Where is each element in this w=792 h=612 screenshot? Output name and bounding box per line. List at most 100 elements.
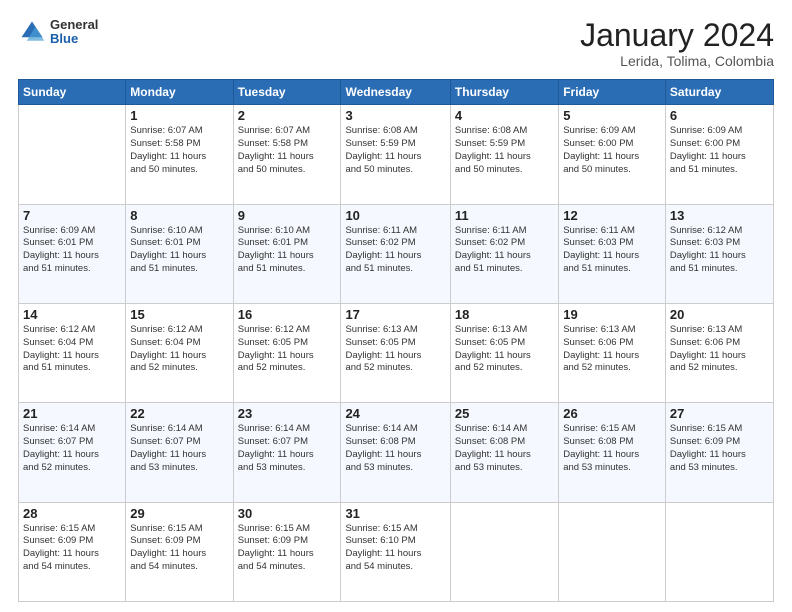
calendar-cell: 18Sunrise: 6:13 AM Sunset: 6:05 PM Dayli…: [450, 303, 558, 402]
day-info: Sunrise: 6:12 AM Sunset: 6:04 PM Dayligh…: [130, 324, 228, 375]
calendar-cell: 26 Sunrise: 6:15 AM Sunset: 6:08 PM Dayli…: [559, 403, 666, 502]
calendar-cell: 28 Sunrise: 6:15 AM Sunset: 6:09 PM Dayli…: [19, 502, 126, 601]
day-info: Sunrise: 6:15 AM Sunset: 6:09 PM Dayligh…: [670, 423, 769, 474]
day-number: 13: [670, 208, 769, 223]
subtitle: Lerida, Tolima, Colombia: [580, 53, 774, 69]
logo-text: General Blue: [50, 18, 98, 47]
day-info: Sunrise: 6:15 AM Sunset: 6:10 PM Dayligh…: [345, 523, 445, 574]
day-number: 9: [238, 208, 337, 223]
day-number: 6: [670, 108, 769, 123]
day-info: Sunrise: 6:09 AM Sunset: 6:00 PM Dayligh…: [563, 125, 661, 176]
calendar-week-4: 21Sunrise: 6:14 AM Sunset: 6:07 PM Dayli…: [19, 403, 774, 502]
calendar-cell: 15 Sunrise: 6:12 AM Sunset: 6:04 PM Dayli…: [126, 303, 233, 402]
day-info: Sunrise: 6:11 AM Sunset: 6:03 PM Dayligh…: [563, 225, 661, 276]
day-info: Sunrise: 6:13 AM Sunset: 6:05 PM Dayligh…: [455, 324, 554, 375]
calendar-cell: 5 Sunrise: 6:09 AM Sunset: 6:00 PM Daylig…: [559, 105, 666, 204]
day-number: 14: [23, 307, 121, 322]
day-info: Sunrise: 6:15 AM Sunset: 6:09 PM Dayligh…: [23, 523, 121, 574]
logo-general: General: [50, 18, 98, 32]
calendar-cell: 29 Sunrise: 6:15 AM Sunset: 6:09 PM Dayli…: [126, 502, 233, 601]
page: General Blue January 2024 Lerida, Tolima…: [0, 0, 792, 612]
calendar-week-3: 14 Sunrise: 6:12 AM Sunset: 6:04 PM Dayli…: [19, 303, 774, 402]
day-number: 22: [130, 406, 228, 421]
calendar-cell: 11 Sunrise: 6:11 AM Sunset: 6:02 PM Dayli…: [450, 204, 558, 303]
calendar-cell: 21Sunrise: 6:14 AM Sunset: 6:07 PM Dayli…: [19, 403, 126, 502]
calendar-cell: 8 Sunrise: 6:10 AM Sunset: 6:01 PM Daylig…: [126, 204, 233, 303]
calendar-cell: 13 Sunrise: 6:12 AM Sunset: 6:03 PM Dayli…: [665, 204, 773, 303]
day-info: Sunrise: 6:13 AM Sunset: 6:06 PM Dayligh…: [670, 324, 769, 375]
calendar-cell: 14 Sunrise: 6:12 AM Sunset: 6:04 PM Dayli…: [19, 303, 126, 402]
day-number: 29: [130, 506, 228, 521]
day-number: 28: [23, 506, 121, 521]
day-info: Sunrise: 6:11 AM Sunset: 6:02 PM Dayligh…: [455, 225, 554, 276]
logo-icon: [18, 18, 46, 46]
calendar-cell: 12 Sunrise: 6:11 AM Sunset: 6:03 PM Dayli…: [559, 204, 666, 303]
calendar-cell: 19 Sunrise: 6:13 AM Sunset: 6:06 PM Dayli…: [559, 303, 666, 402]
day-number: 8: [130, 208, 228, 223]
calendar-cell: 24Sunrise: 6:14 AM Sunset: 6:08 PM Dayli…: [341, 403, 450, 502]
day-number: 23: [238, 406, 337, 421]
day-number: 12: [563, 208, 661, 223]
calendar-header-saturday: Saturday: [665, 80, 773, 105]
calendar-header-wednesday: Wednesday: [341, 80, 450, 105]
calendar-week-1: 1Sunrise: 6:07 AM Sunset: 5:58 PM Daylig…: [19, 105, 774, 204]
day-info: Sunrise: 6:11 AM Sunset: 6:02 PM Dayligh…: [345, 225, 445, 276]
day-number: 31: [345, 506, 445, 521]
calendar-week-5: 28 Sunrise: 6:15 AM Sunset: 6:09 PM Dayli…: [19, 502, 774, 601]
calendar-cell: 31 Sunrise: 6:15 AM Sunset: 6:10 PM Dayli…: [341, 502, 450, 601]
calendar-cell: 9 Sunrise: 6:10 AM Sunset: 6:01 PM Daylig…: [233, 204, 341, 303]
calendar-cell: 3Sunrise: 6:08 AM Sunset: 5:59 PM Daylig…: [341, 105, 450, 204]
calendar-cell: 25 Sunrise: 6:14 AM Sunset: 6:08 PM Dayli…: [450, 403, 558, 502]
calendar-cell: [559, 502, 666, 601]
day-info: Sunrise: 6:12 AM Sunset: 6:04 PM Dayligh…: [23, 324, 121, 375]
calendar-cell: 6 Sunrise: 6:09 AM Sunset: 6:00 PM Daylig…: [665, 105, 773, 204]
day-info: Sunrise: 6:08 AM Sunset: 5:59 PM Dayligh…: [455, 125, 554, 176]
day-info: Sunrise: 6:07 AM Sunset: 5:58 PM Dayligh…: [130, 125, 228, 176]
day-info: Sunrise: 6:07 AM Sunset: 5:58 PM Dayligh…: [238, 125, 337, 176]
day-info: Sunrise: 6:14 AM Sunset: 6:07 PM Dayligh…: [23, 423, 121, 474]
day-number: 17: [345, 307, 445, 322]
day-number: 5: [563, 108, 661, 123]
calendar-header-friday: Friday: [559, 80, 666, 105]
calendar-week-2: 7Sunrise: 6:09 AM Sunset: 6:01 PM Daylig…: [19, 204, 774, 303]
calendar-cell: 10 Sunrise: 6:11 AM Sunset: 6:02 PM Dayli…: [341, 204, 450, 303]
day-number: 11: [455, 208, 554, 223]
header: General Blue January 2024 Lerida, Tolima…: [18, 18, 774, 69]
day-info: Sunrise: 6:10 AM Sunset: 6:01 PM Dayligh…: [238, 225, 337, 276]
calendar-cell: 1Sunrise: 6:07 AM Sunset: 5:58 PM Daylig…: [126, 105, 233, 204]
day-info: Sunrise: 6:14 AM Sunset: 6:08 PM Dayligh…: [455, 423, 554, 474]
day-number: 27: [670, 406, 769, 421]
calendar-header-row: SundayMondayTuesdayWednesdayThursdayFrid…: [19, 80, 774, 105]
day-number: 10: [345, 208, 445, 223]
day-info: Sunrise: 6:13 AM Sunset: 6:05 PM Dayligh…: [345, 324, 445, 375]
calendar-cell: 16Sunrise: 6:12 AM Sunset: 6:05 PM Dayli…: [233, 303, 341, 402]
day-info: Sunrise: 6:15 AM Sunset: 6:09 PM Dayligh…: [130, 523, 228, 574]
calendar-cell: 23 Sunrise: 6:14 AM Sunset: 6:07 PM Dayli…: [233, 403, 341, 502]
day-info: Sunrise: 6:15 AM Sunset: 6:09 PM Dayligh…: [238, 523, 337, 574]
day-number: 19: [563, 307, 661, 322]
day-info: Sunrise: 6:14 AM Sunset: 6:07 PM Dayligh…: [238, 423, 337, 474]
day-number: 26: [563, 406, 661, 421]
calendar-cell: 20 Sunrise: 6:13 AM Sunset: 6:06 PM Dayli…: [665, 303, 773, 402]
calendar-table: SundayMondayTuesdayWednesdayThursdayFrid…: [18, 79, 774, 602]
calendar-cell: 22Sunrise: 6:14 AM Sunset: 6:07 PM Dayli…: [126, 403, 233, 502]
day-info: Sunrise: 6:09 AM Sunset: 6:01 PM Dayligh…: [23, 225, 121, 276]
logo-blue: Blue: [50, 32, 98, 46]
day-number: 25: [455, 406, 554, 421]
calendar-cell: 27 Sunrise: 6:15 AM Sunset: 6:09 PM Dayli…: [665, 403, 773, 502]
calendar-cell: 4 Sunrise: 6:08 AM Sunset: 5:59 PM Daylig…: [450, 105, 558, 204]
day-number: 24: [345, 406, 445, 421]
day-info: Sunrise: 6:12 AM Sunset: 6:03 PM Dayligh…: [670, 225, 769, 276]
day-info: Sunrise: 6:13 AM Sunset: 6:06 PM Dayligh…: [563, 324, 661, 375]
day-number: 15: [130, 307, 228, 322]
calendar-cell: [19, 105, 126, 204]
day-info: Sunrise: 6:15 AM Sunset: 6:08 PM Dayligh…: [563, 423, 661, 474]
day-number: 30: [238, 506, 337, 521]
calendar-header-monday: Monday: [126, 80, 233, 105]
day-info: Sunrise: 6:10 AM Sunset: 6:01 PM Dayligh…: [130, 225, 228, 276]
day-number: 4: [455, 108, 554, 123]
day-number: 20: [670, 307, 769, 322]
day-info: Sunrise: 6:09 AM Sunset: 6:00 PM Dayligh…: [670, 125, 769, 176]
day-number: 2: [238, 108, 337, 123]
day-number: 16: [238, 307, 337, 322]
